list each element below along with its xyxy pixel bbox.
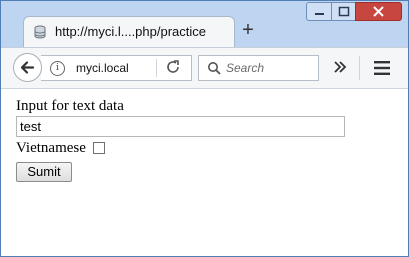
close-icon: [373, 6, 384, 17]
search-placeholder: Search: [226, 61, 265, 75]
search-box[interactable]: Search: [198, 55, 319, 81]
text-data-input[interactable]: [16, 116, 345, 137]
minimize-icon: [315, 13, 324, 15]
title-bar: http://myci.l....php/practice +: [1, 1, 408, 47]
url-divider: [156, 59, 157, 77]
text-input-label: Input for text data: [16, 98, 124, 114]
submit-button[interactable]: Sumit: [16, 162, 72, 182]
vietnamese-checkbox[interactable]: [93, 142, 105, 154]
browser-window: http://myci.l....php/practice + i myci.l…: [0, 0, 409, 257]
search-icon: [208, 62, 221, 75]
page-icon: [34, 25, 46, 39]
page-content: Input for text data Vietnamese Sumit: [1, 89, 408, 256]
maximize-icon: [338, 6, 350, 17]
maximize-button[interactable]: [331, 2, 356, 21]
browser-tab[interactable]: http://myci.l....php/practice: [23, 16, 235, 47]
hamburger-icon[interactable]: [373, 60, 391, 76]
double-chevron-icon[interactable]: [331, 58, 349, 76]
minimize-button[interactable]: [306, 2, 332, 21]
reload-icon[interactable]: [165, 59, 181, 75]
back-button[interactable]: [13, 53, 42, 82]
toolbar-divider: [359, 56, 360, 80]
plus-icon[interactable]: +: [239, 20, 257, 40]
url-text[interactable]: myci.local: [76, 61, 129, 75]
address-bar[interactable]: i myci.local: [41, 55, 192, 81]
navigation-toolbar: i myci.local Search: [1, 47, 408, 89]
close-button[interactable]: [355, 2, 402, 21]
info-icon[interactable]: i: [50, 61, 65, 76]
vietnamese-label: Vietnamese: [16, 140, 86, 156]
tab-title: http://myci.l....php/practice: [55, 24, 207, 39]
back-arrow-icon: [20, 61, 35, 74]
